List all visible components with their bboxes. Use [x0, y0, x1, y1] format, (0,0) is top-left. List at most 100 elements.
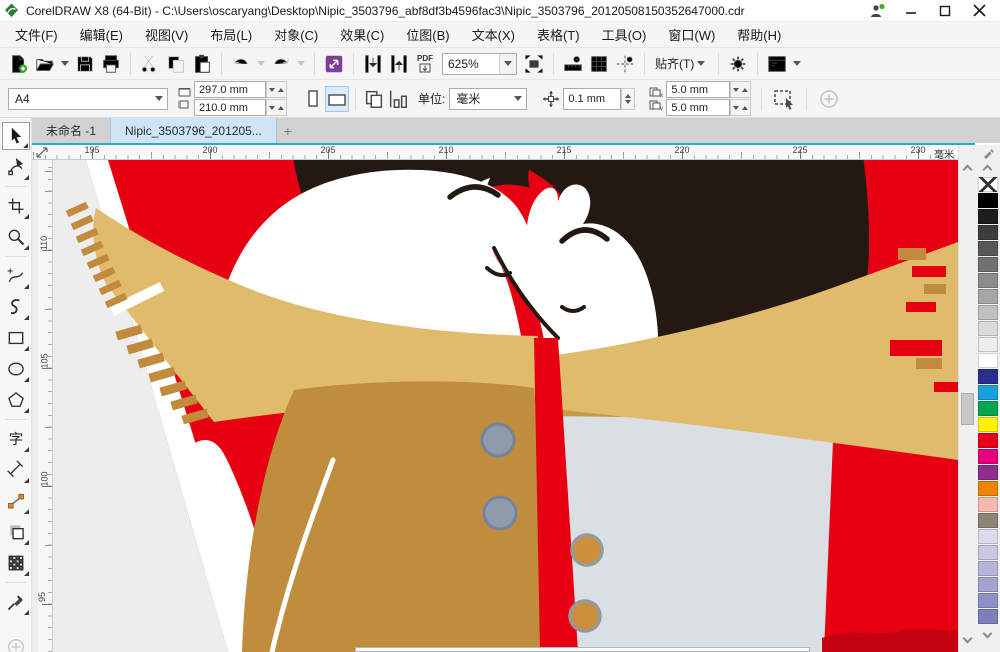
text-tool[interactable]: 字 — [2, 425, 30, 453]
minimize-button[interactable] — [896, 2, 926, 20]
export-icon[interactable] — [386, 51, 412, 77]
duplicate-y-spinner[interactable] — [730, 99, 752, 116]
undo-icon[interactable] — [228, 51, 254, 77]
show-grid-icon[interactable] — [586, 51, 612, 77]
snap-to-button[interactable]: 贴齐(T) — [651, 52, 712, 75]
duplicate-x-spinner[interactable] — [730, 81, 752, 98]
color-swatch[interactable] — [977, 209, 998, 224]
color-swatch[interactable] — [977, 433, 998, 448]
connector-tool[interactable] — [2, 487, 30, 515]
close-button[interactable] — [964, 2, 994, 20]
window-layout-dropdown-icon[interactable] — [793, 61, 802, 66]
color-swatch[interactable] — [977, 513, 998, 528]
page-height-field[interactable]: 210.0 mm — [194, 99, 266, 116]
color-swatch[interactable] — [977, 577, 998, 592]
color-swatch[interactable] — [977, 385, 998, 400]
color-swatch[interactable] — [977, 465, 998, 480]
ellipse-tool[interactable] — [2, 355, 30, 383]
horizontal-scrollbar-stub[interactable] — [355, 647, 810, 652]
color-swatch[interactable] — [977, 417, 998, 432]
palette-scroll-up-icon[interactable] — [982, 161, 993, 177]
swatch-no-color[interactable] — [977, 177, 998, 192]
color-swatch[interactable] — [977, 305, 998, 320]
vertical-ruler[interactable]: 110 105 100 95 — [37, 160, 53, 652]
menu-item-view[interactable]: 视图(V) — [134, 21, 199, 48]
duplicate-y-field[interactable]: 5.0 mm — [666, 99, 731, 116]
rectangle-tool[interactable] — [2, 324, 30, 352]
drop-shadow-tool[interactable] — [2, 518, 30, 546]
copy-icon[interactable] — [163, 51, 189, 77]
menu-item-table[interactable]: 表格(T) — [526, 21, 591, 48]
polygon-tool[interactable] — [2, 386, 30, 414]
horizontal-ruler[interactable]: 195 200 205 210 215 220 225 230 毫米 — [32, 143, 958, 161]
publish-pdf-icon[interactable]: PDF — [412, 51, 438, 77]
color-swatch[interactable] — [977, 257, 998, 272]
scroll-up-button[interactable] — [959, 161, 976, 178]
new-document-tab-button[interactable]: + — [277, 118, 299, 143]
palette-scroll-down-icon[interactable] — [982, 625, 993, 641]
color-swatch[interactable] — [977, 401, 998, 416]
freehand-tool[interactable] — [2, 262, 30, 290]
page-width-spinner[interactable] — [266, 81, 287, 98]
redo-icon[interactable] — [268, 51, 294, 77]
page-preset-combo[interactable]: A4 — [8, 87, 168, 110]
color-swatch[interactable] — [977, 449, 998, 464]
color-eyedropper-tool[interactable] — [2, 588, 30, 616]
nudge-offset-spinner[interactable] — [621, 87, 636, 110]
landscape-button[interactable] — [325, 85, 349, 112]
snap-dropdown-icon[interactable] — [697, 61, 706, 66]
print-icon[interactable] — [98, 51, 124, 77]
new-document-icon[interactable] — [6, 51, 32, 77]
cut-icon[interactable] — [137, 51, 163, 77]
zoom-level-combo[interactable]: 625% — [442, 52, 517, 75]
menu-item-file[interactable]: 文件(F) — [4, 21, 69, 48]
paste-icon[interactable] — [189, 51, 215, 77]
duplicate-x-field[interactable]: 5.0 mm — [666, 81, 731, 98]
menu-item-text[interactable]: 文本(X) — [461, 21, 526, 48]
treat-as-filled-icon[interactable] — [772, 86, 796, 112]
color-swatch[interactable] — [977, 481, 998, 496]
color-swatch[interactable] — [977, 321, 998, 336]
page-height-spinner[interactable] — [266, 99, 287, 116]
open-dropdown-icon[interactable] — [61, 61, 69, 66]
window-layout-icon[interactable] — [764, 51, 790, 77]
tab-untitled-1[interactable]: 未命名 -1 — [32, 118, 110, 143]
color-swatch[interactable] — [977, 225, 998, 240]
account-icon[interactable] — [862, 2, 892, 20]
color-swatch[interactable] — [977, 337, 998, 352]
b-spline-tool[interactable] — [2, 293, 30, 321]
menu-item-layout[interactable]: 布局(L) — [199, 21, 263, 48]
page-dimensions-icon[interactable] — [386, 86, 410, 112]
show-rulers-icon[interactable] — [560, 51, 586, 77]
current-page-settings-icon[interactable] — [362, 86, 386, 112]
menu-item-help[interactable]: 帮助(H) — [726, 21, 792, 48]
color-swatch[interactable] — [977, 593, 998, 608]
color-swatch[interactable] — [977, 529, 998, 544]
more-tools-button[interactable] — [2, 633, 30, 652]
save-icon[interactable] — [72, 51, 98, 77]
menu-item-bitmaps[interactable]: 位图(B) — [395, 21, 460, 48]
drawing-canvas[interactable]: 110 105 100 95 — [32, 160, 958, 652]
add-property-icon[interactable] — [817, 86, 841, 112]
menu-item-effects[interactable]: 效果(C) — [329, 21, 395, 48]
color-swatch[interactable] — [977, 289, 998, 304]
show-guidelines-icon[interactable] — [612, 51, 638, 77]
color-swatch[interactable] — [977, 353, 998, 368]
color-swatch[interactable] — [977, 545, 998, 560]
color-swatch[interactable] — [977, 273, 998, 288]
palette-pencil-icon[interactable] — [982, 145, 994, 161]
crop-tool[interactable] — [2, 192, 30, 220]
scroll-down-button[interactable] — [959, 630, 976, 647]
scroll-thumb[interactable] — [961, 393, 974, 425]
color-swatch[interactable] — [977, 241, 998, 256]
color-swatch[interactable] — [977, 369, 998, 384]
zoom-dropdown-icon[interactable] — [499, 53, 516, 74]
menu-item-tools[interactable]: 工具(O) — [591, 21, 658, 48]
redo-dropdown-icon[interactable] — [297, 61, 305, 66]
portrait-button[interactable] — [301, 86, 325, 112]
color-swatch[interactable] — [977, 497, 998, 512]
color-swatch[interactable] — [977, 609, 998, 624]
shape-tool[interactable] — [2, 153, 30, 181]
color-swatch[interactable] — [977, 561, 998, 576]
pick-tool[interactable] — [1, 122, 30, 150]
